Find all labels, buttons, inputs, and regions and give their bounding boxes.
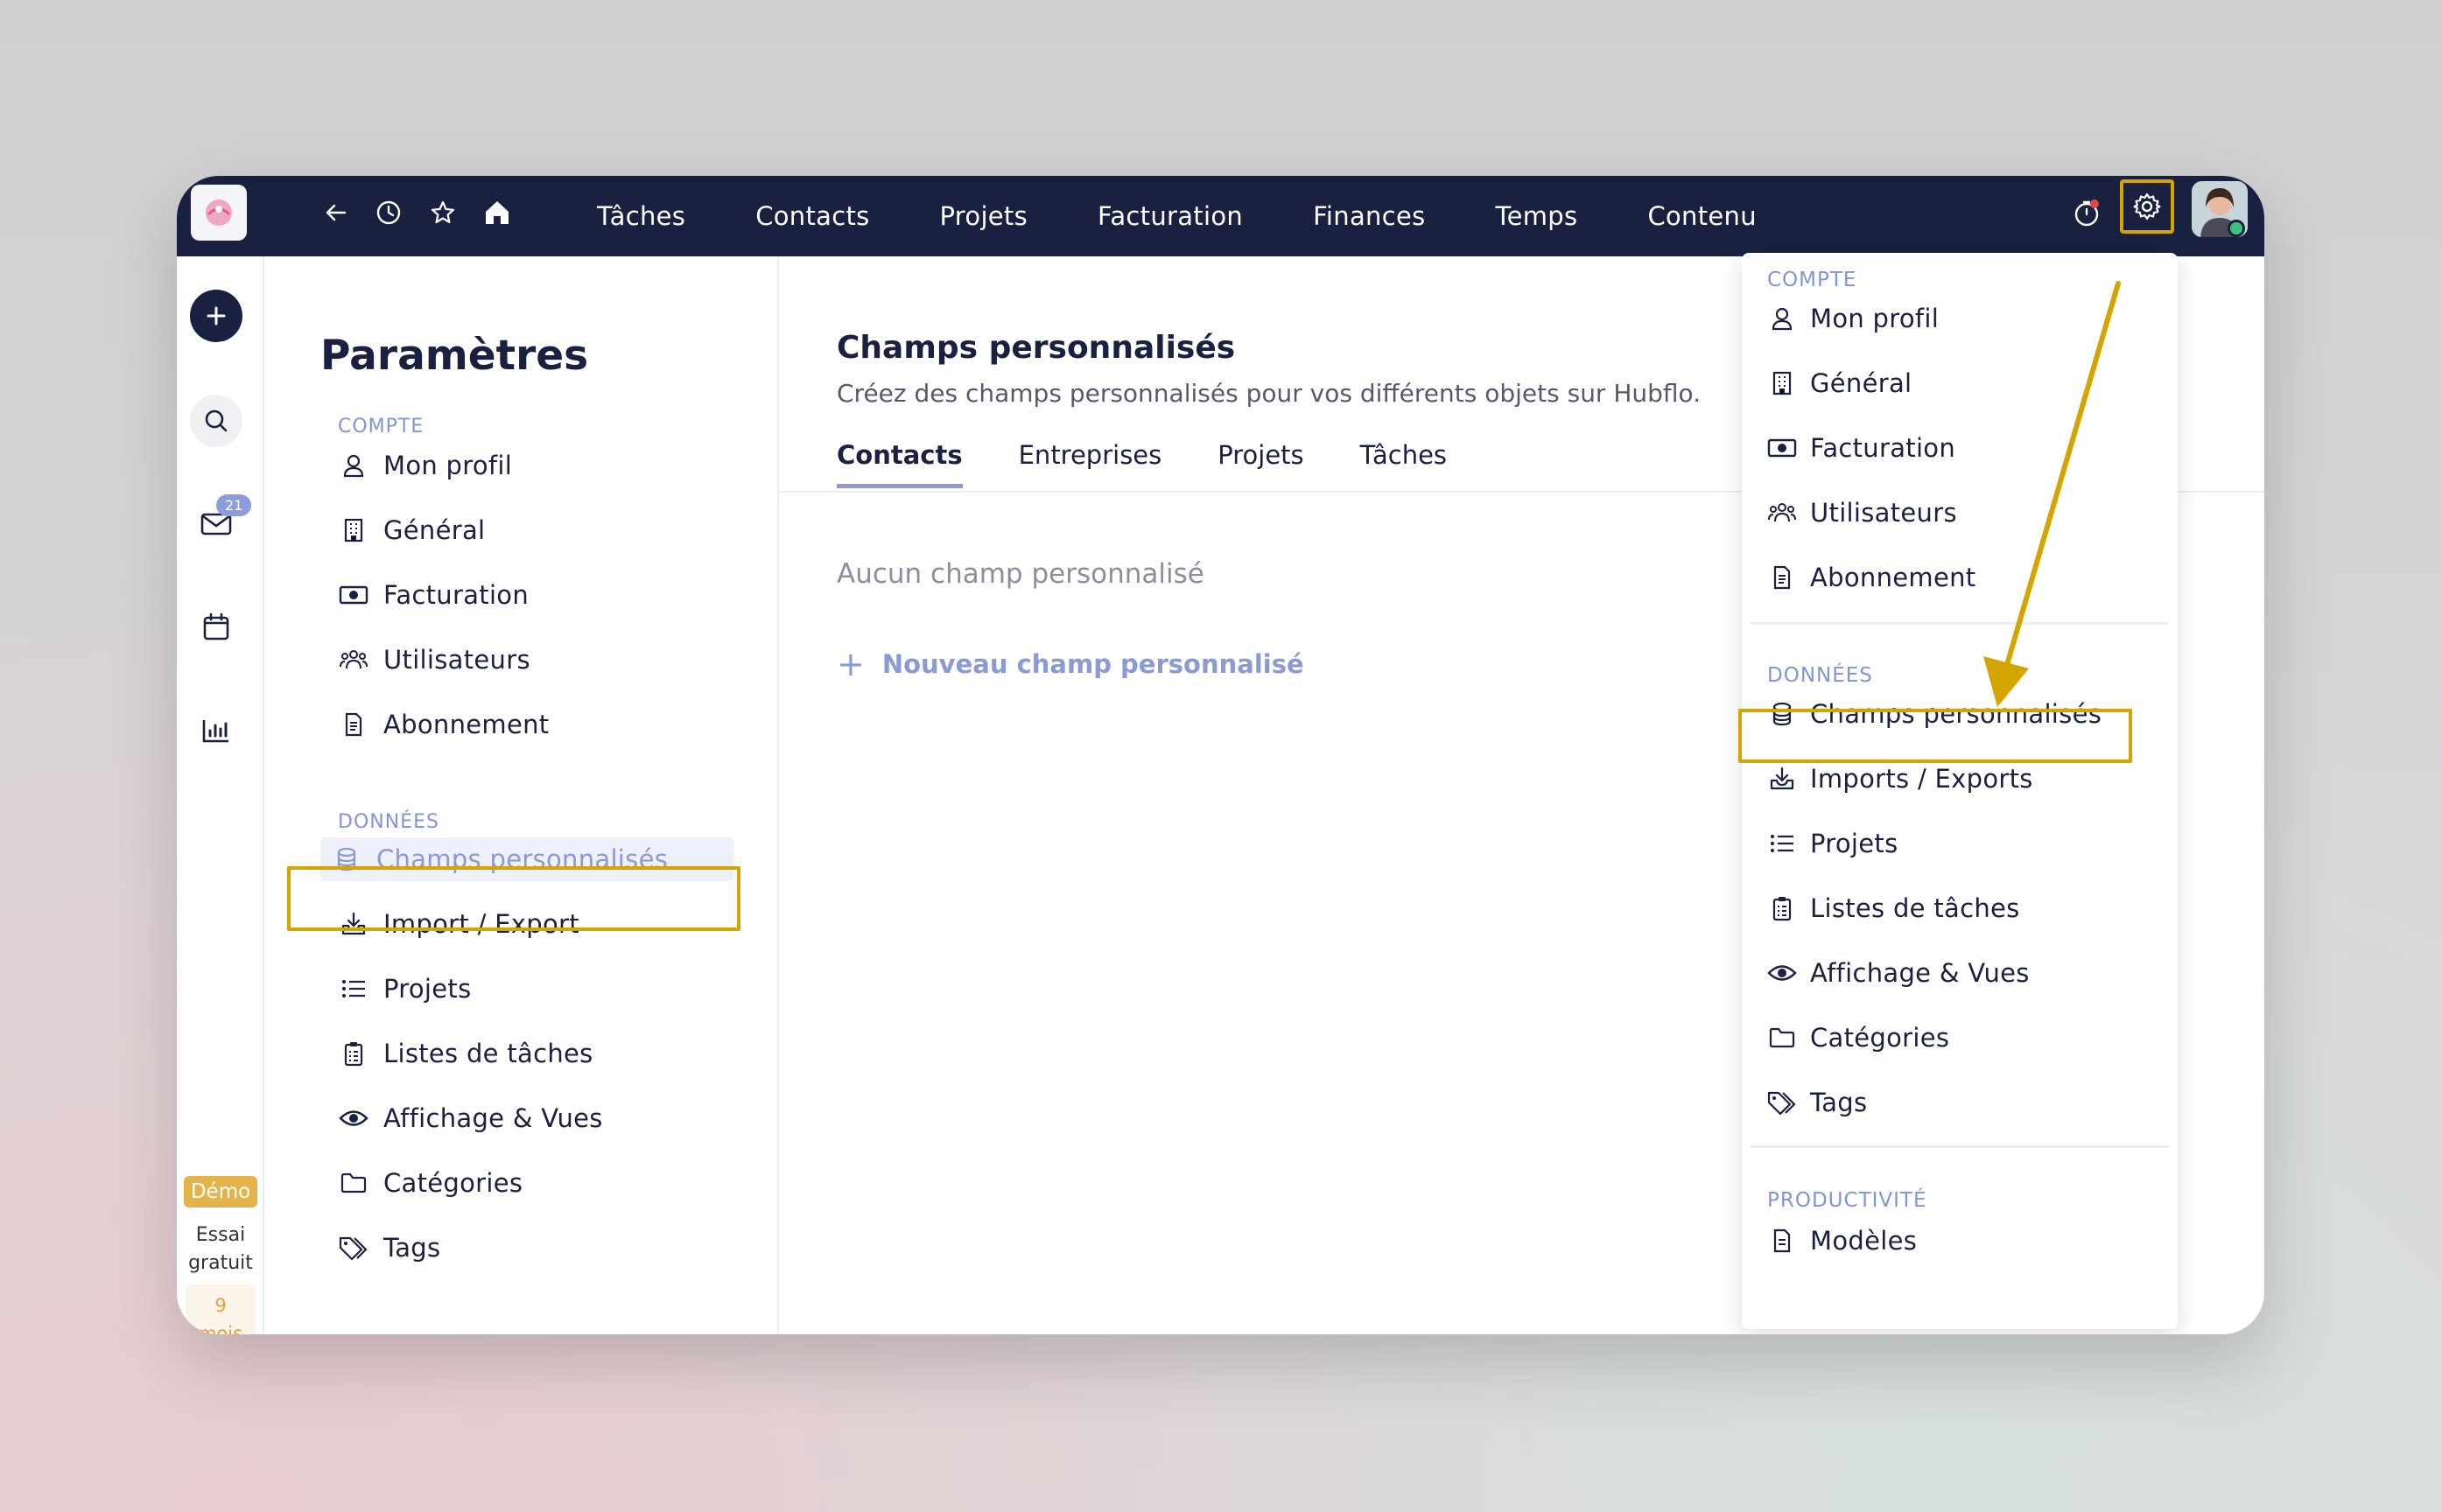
annotation-arrow-icon bbox=[1983, 281, 2121, 707]
